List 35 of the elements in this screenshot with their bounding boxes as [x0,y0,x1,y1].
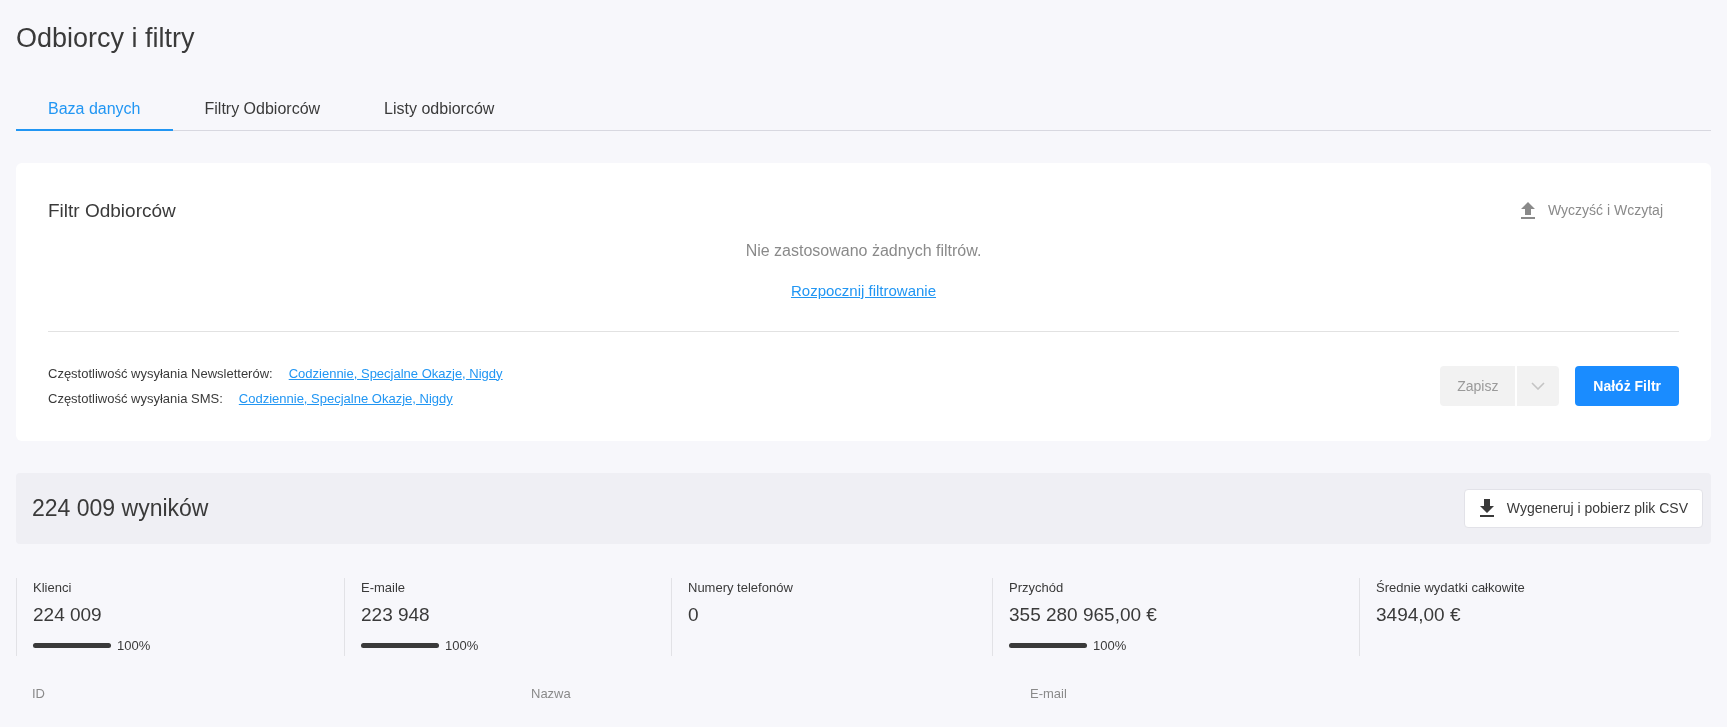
apply-filter-button[interactable]: Nałóż Filtr [1575,366,1679,406]
column-header: Nazwa [530,684,572,703]
condition-value-link[interactable]: Codziennie, Specjalne Okazje, Nigdy [238,389,453,409]
tab[interactable]: Filtry Odbiorców [172,88,353,131]
stat-label: E-maile [361,578,407,597]
stat-value: 224 009 [33,603,103,627]
card-title: Filtr Odbiorców [48,198,176,223]
stat-percent: 100% [1093,636,1127,655]
stat-percent: 100% [445,636,479,655]
stat-label: Klienci [33,578,73,597]
chevron-down-icon [1531,382,1546,390]
stat-value: 355 280 965,00 € [1009,603,1158,627]
stat-value: 223 948 [361,603,431,627]
column-header: ID [31,684,46,703]
tab[interactable]: Listy odbiorców [352,88,527,131]
page-title: Odbiorcy i filtry [16,22,196,55]
condition-label: Częstotliwość wysyłania Newsletterów: [48,364,273,383]
save-options-button[interactable] [1517,366,1560,406]
stat-label: Przychód [1009,578,1065,597]
stat-label: Średnie wydatki całkowite [1376,578,1526,597]
stat-label: Numery telefonów [688,578,794,597]
column-header: E-mail [1029,684,1068,703]
upload-icon [1520,201,1536,220]
stat-value: 0 [688,603,700,627]
csv-download-button[interactable]: Wygeneruj i pobierz plik CSV [1463,488,1703,528]
download-icon [1478,499,1495,517]
condition-label: Częstotliwość wysyłania SMS: [48,390,223,408]
clear-load-button[interactable]: Wyczyść i Wczytaj [1520,200,1663,222]
condition-value-link[interactable]: Codziennie, Specjalne Okazje, Nigdy [288,363,503,383]
empty-message: Nie zastosowano żadnych filtrów. [745,241,982,261]
stat-value: 3494,00 € [1376,603,1462,627]
tab[interactable]: Baza danych [16,88,173,131]
start-filtering-link[interactable]: Rozpocznij filtrowanie [790,280,937,303]
results-count: 224 009 wyników [32,493,209,523]
stat-percent: 100% [117,636,151,655]
